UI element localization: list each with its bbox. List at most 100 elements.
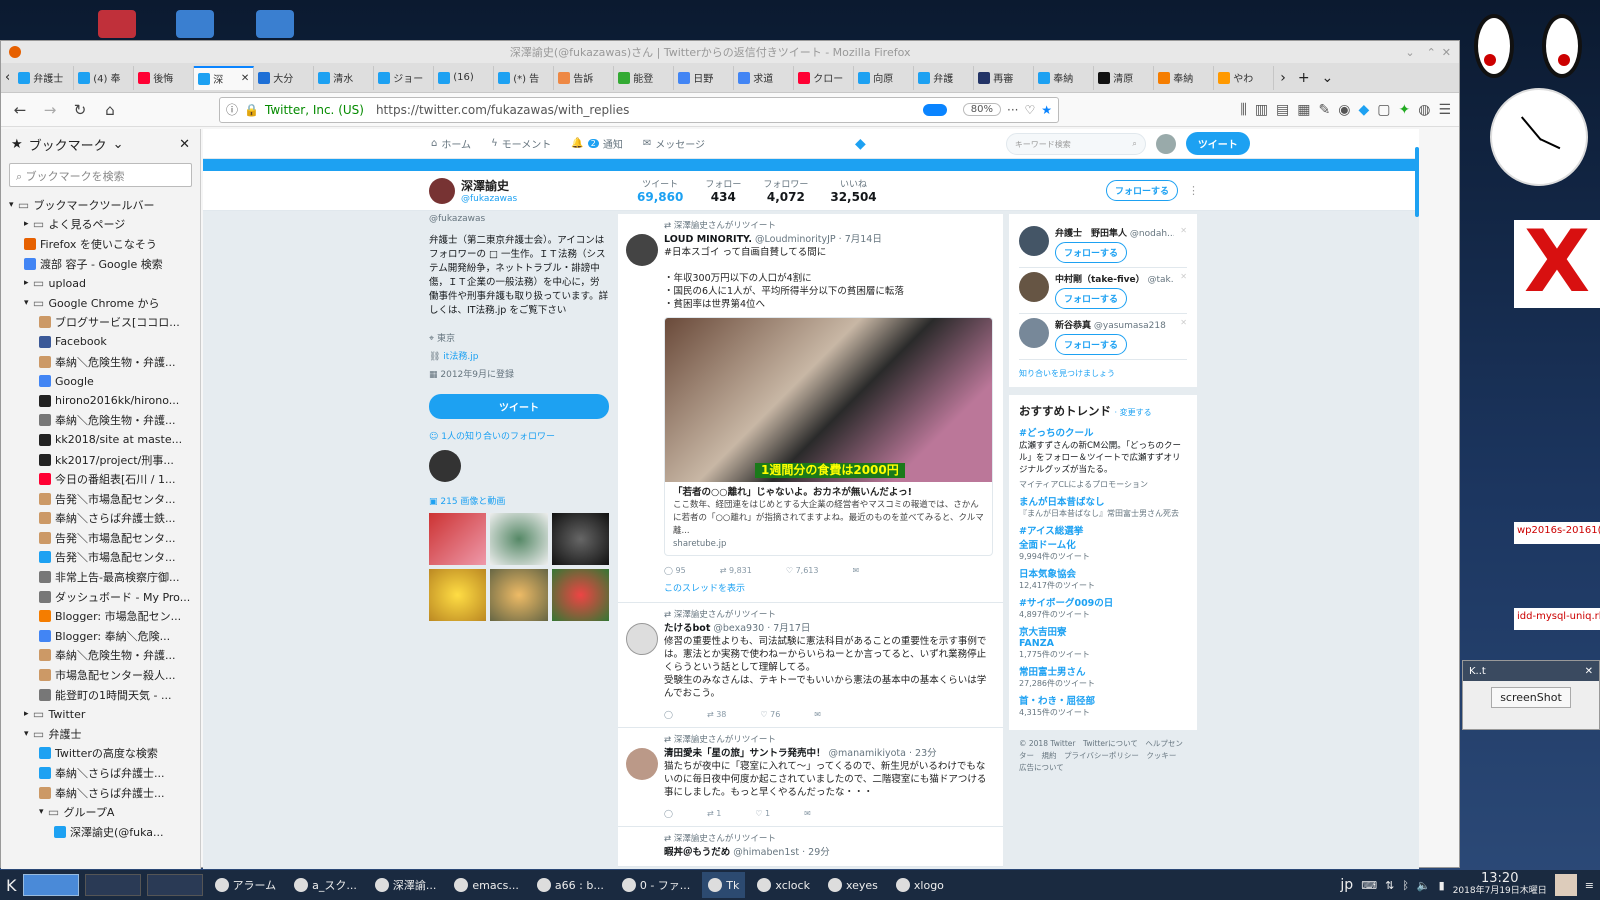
expand-arrow-icon[interactable]: ▾: [39, 807, 44, 817]
follow-button[interactable]: フォローする: [1105, 180, 1178, 201]
zoom-level[interactable]: 80%: [962, 103, 1002, 116]
tab[interactable]: 告訴: [554, 65, 615, 90]
taskbar-item[interactable]: 0 - ファ...: [616, 872, 696, 898]
media-thumb[interactable]: [490, 569, 548, 621]
taskbar-item[interactable]: xclock: [751, 872, 816, 898]
reply-button[interactable]: ◯: [664, 807, 673, 820]
message-icon[interactable]: ✉: [804, 807, 811, 820]
bookmark-search-input[interactable]: ⌕ ブックマークを検索: [9, 163, 192, 187]
bookmark-item[interactable]: Google: [1, 371, 200, 391]
message-icon[interactable]: ✉: [814, 708, 821, 721]
site-identity[interactable]: Twitter, Inc. (US): [265, 103, 364, 117]
trend-item[interactable]: 京大吉田寮: [1019, 624, 1187, 638]
follow-button[interactable]: フォローする: [1055, 242, 1128, 263]
desktop-folder-icon[interactable]: [256, 10, 294, 38]
tab[interactable]: 弁護士: [14, 65, 75, 90]
retweet-button[interactable]: ⇄ 1: [707, 807, 721, 820]
bookmark-item[interactable]: 市場急配センター殺人...: [1, 665, 200, 685]
desktop-pager[interactable]: [22, 874, 79, 896]
ime-indicator[interactable]: jp: [1340, 877, 1353, 893]
back-icon[interactable]: ←: [9, 99, 31, 121]
tab-scroll-left-icon[interactable]: ‹: [5, 70, 10, 85]
clock-time[interactable]: 13:20: [1453, 872, 1547, 885]
taskbar-item[interactable]: 深澤諭...: [369, 872, 443, 898]
battery-icon[interactable]: ▮: [1439, 879, 1445, 892]
trend-item[interactable]: 首・わき・屈径部 4,315件のツイート: [1019, 693, 1187, 718]
menu-icon[interactable]: ≡: [1585, 879, 1594, 892]
tweet-author[interactable]: たけるbot: [664, 623, 710, 634]
sidebar-title[interactable]: ブックマーク: [29, 135, 107, 154]
mutual-avatar[interactable]: [429, 450, 461, 482]
find-friends-link[interactable]: 知り合いを見つけましょう: [1019, 368, 1187, 379]
trend-item[interactable]: まんが日本昔ばなし 『まんが日本昔ばなし』常田富士男さん死去: [1019, 494, 1187, 519]
like-button[interactable]: ♡ 1: [755, 807, 770, 820]
bookmark-item[interactable]: 奉納＼さらば弁護士鉄...: [1, 509, 200, 529]
retweet-button[interactable]: ⇄ 9,831: [720, 564, 752, 577]
addon-icon[interactable]: ✦: [1398, 102, 1410, 118]
follow-button[interactable]: フォローする: [1055, 334, 1128, 355]
reload-icon[interactable]: ↻: [69, 99, 91, 121]
dismiss-icon[interactable]: ✕: [1180, 318, 1187, 355]
tab-list-icon[interactable]: ⌄: [1322, 70, 1334, 86]
media-link[interactable]: 215 画像と動画: [440, 497, 505, 507]
nav-moments[interactable]: ϟ モーメント: [491, 136, 551, 151]
pen-icon[interactable]: ✎: [1319, 102, 1331, 118]
tab[interactable]: 能登: [614, 65, 675, 90]
bookmark-item[interactable]: ▸ ▭ Twitter: [1, 704, 200, 724]
avatar[interactable]: [1019, 318, 1049, 348]
bookmark-item[interactable]: ブログサービス[ココロ...: [1, 313, 200, 333]
tweet-avatar[interactable]: [626, 748, 658, 780]
media-thumb[interactable]: [490, 513, 548, 565]
retweet-button[interactable]: ⇄ 38: [707, 708, 726, 721]
bookmark-item[interactable]: Twitterの高度な検索: [1, 744, 200, 764]
trend-item[interactable]: #アイス総選挙: [1019, 523, 1187, 537]
network-icon[interactable]: ⇅: [1385, 879, 1394, 892]
tweet[interactable]: ⇄ 深澤諭史さんがリツイート LOUD MINORITY. @Loudminor…: [618, 214, 1003, 603]
tab[interactable]: 奉納: [1034, 65, 1095, 90]
media-thumb[interactable]: [551, 513, 609, 565]
new-tab-icon[interactable]: +: [1298, 70, 1310, 86]
nav-home[interactable]: ⌂ ホーム: [431, 136, 471, 151]
bluetooth-icon[interactable]: ᛒ: [1402, 879, 1409, 892]
bookmark-item[interactable]: 非常上告-最高検察庁御...: [1, 567, 200, 587]
tweet-author[interactable]: 暇丼＠もうだめ: [664, 847, 730, 858]
tab[interactable]: 清水: [314, 65, 375, 90]
dismiss-icon[interactable]: ✕: [1180, 272, 1187, 309]
user-name[interactable]: 中村剛（take-five）: [1055, 275, 1145, 285]
taskbar-item[interactable]: アラーム: [209, 872, 283, 898]
bookmark-item[interactable]: ▾ ▭ Google Chrome から: [1, 293, 200, 313]
bookmark-item[interactable]: ▾ ▭ ブックマークツールバー: [1, 195, 200, 215]
menu-icon[interactable]: ☰: [1438, 102, 1451, 118]
bookmark-item[interactable]: ▾ ▭ グループA: [1, 802, 200, 822]
show-thread-link[interactable]: このスレッドを表示: [664, 583, 993, 596]
tab[interactable]: やわ: [1214, 65, 1275, 90]
bookmark-item[interactable]: 告発＼市場急配センタ...: [1, 528, 200, 548]
info-icon[interactable]: ⓘ: [226, 101, 238, 118]
tab[interactable]: (4) 奉: [74, 65, 135, 90]
close-tab-icon[interactable]: ✕: [241, 73, 249, 84]
tab-scroll-right-icon[interactable]: ›: [1280, 70, 1286, 86]
evernote-icon[interactable]: ◉: [1338, 102, 1350, 118]
dismiss-icon[interactable]: ✕: [1180, 226, 1187, 263]
kde-launcher-icon[interactable]: K: [6, 876, 17, 895]
tab[interactable]: 求道: [734, 65, 795, 90]
desktop-folder-icon[interactable]: [98, 10, 136, 38]
trend-item[interactable]: #サイボーグ009の日 4,897件のツイート: [1019, 595, 1187, 620]
bookmark-item[interactable]: Firefox を使いこなそう: [1, 234, 200, 254]
tweet-avatar[interactable]: [626, 623, 658, 655]
avatar[interactable]: [1155, 133, 1176, 154]
trend-item[interactable]: #どっちのクール 広瀬すずさんの新CM公開。「どっちのクール」をフォロー＆ツイート…: [1019, 425, 1187, 490]
bookmark-item[interactable]: Blogger: 市場急配セン...: [1, 606, 200, 626]
desktop-pager[interactable]: [84, 874, 141, 896]
profile-avatar[interactable]: [429, 177, 455, 204]
more-icon[interactable]: ⋮: [1188, 184, 1199, 197]
bookmark-item[interactable]: ダッシュボード - My Pro...: [1, 587, 200, 607]
forward-icon[interactable]: →: [39, 99, 61, 121]
library-icon[interactable]: ⫼: [1240, 102, 1246, 118]
chevron-down-icon[interactable]: ⌄: [113, 137, 124, 152]
tab[interactable]: 清原: [1094, 65, 1155, 90]
close-icon[interactable]: ✕: [179, 137, 190, 152]
nav-notifications[interactable]: 🔔 2 通知: [571, 136, 623, 151]
bookmark-item[interactable]: 奉納＼さらば弁護士...: [1, 783, 200, 803]
mutual-followers-link[interactable]: 1人の知り合いのフォロワー: [441, 432, 555, 442]
